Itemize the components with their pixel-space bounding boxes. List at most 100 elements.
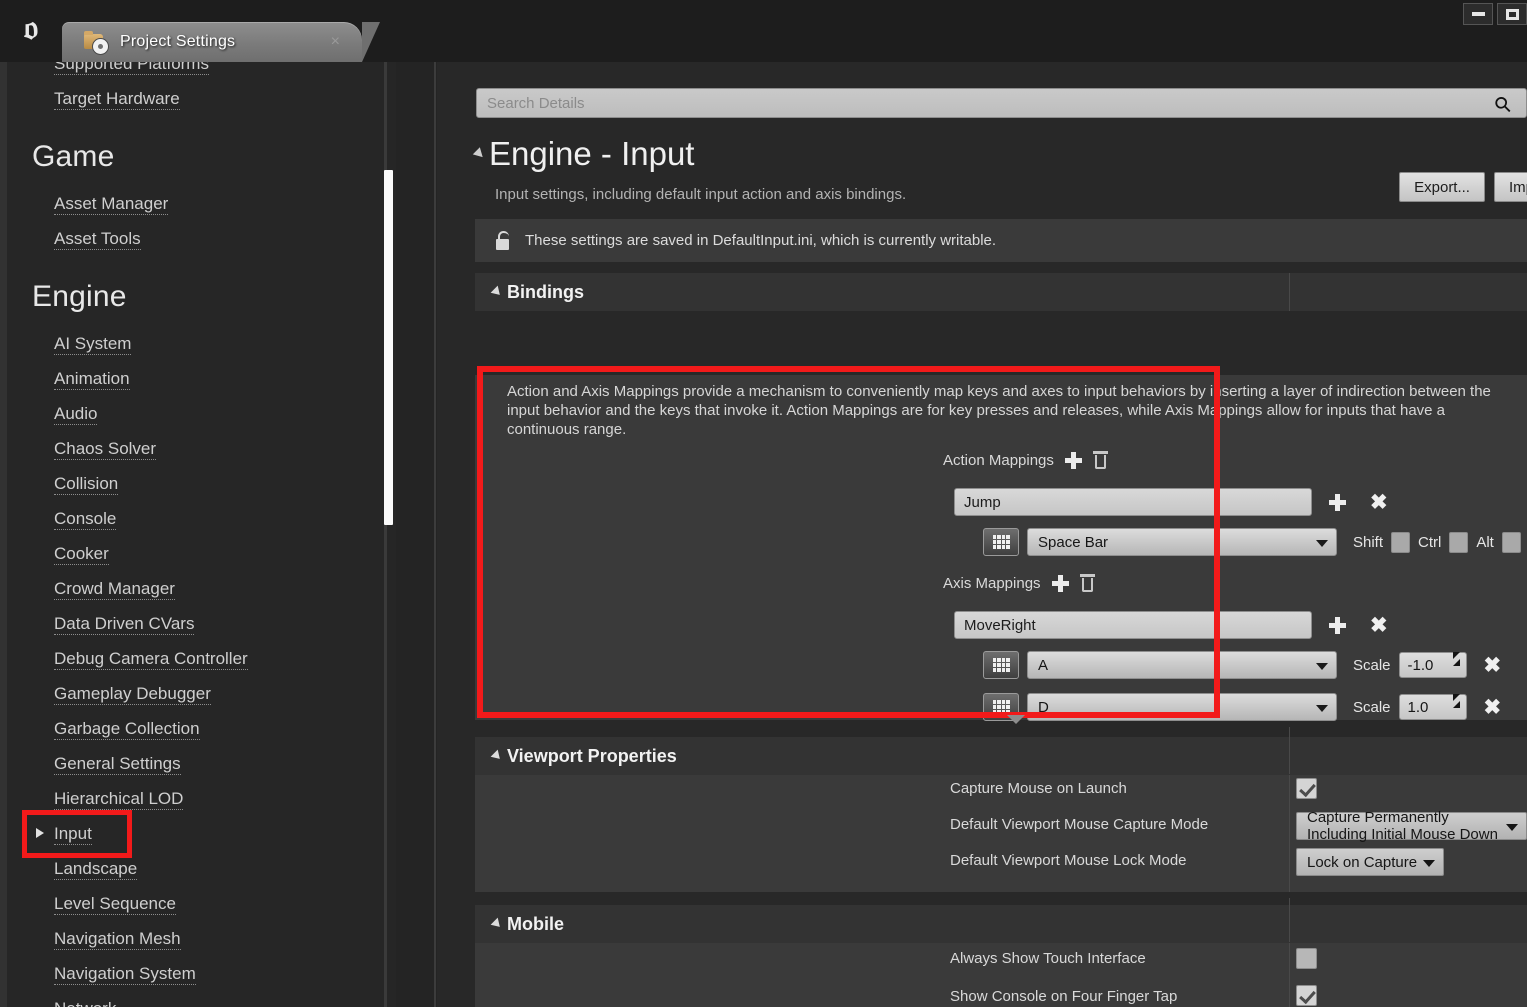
keyboard-icon[interactable] <box>983 651 1019 679</box>
sidebar-group-engine: Engine <box>32 280 127 313</box>
collapse-triangle-icon[interactable] <box>490 749 504 763</box>
collapse-triangle-icon[interactable] <box>490 285 504 299</box>
keyboard-icon[interactable] <box>983 528 1019 556</box>
spinner-icon[interactable] <box>1452 652 1460 666</box>
modifier-checkbox-shift[interactable] <box>1391 531 1411 553</box>
sidebar-item-console[interactable]: Console <box>0 501 396 536</box>
key-select-value: Space Bar <box>1038 533 1109 551</box>
settings-sidebar[interactable]: Supported Platforms Target Hardware Game As… <box>0 62 396 1007</box>
panel-divider[interactable] <box>434 62 436 1007</box>
remove-axis-mapping-icon[interactable]: ✖ <box>1370 615 1388 636</box>
action-mapping-entry-jump: ✖ <box>945 488 1388 516</box>
spinner-icon[interactable] <box>1452 694 1460 708</box>
search-input[interactable] <box>476 88 1527 118</box>
sidebar-item-navigation-system[interactable]: Navigation System <box>0 956 396 991</box>
section-header-viewport-properties[interactable]: Viewport Properties <box>475 737 1527 775</box>
column-divider <box>1289 898 1290 942</box>
sidebar-item-animation[interactable]: Animation <box>0 361 396 396</box>
sidebar-item-supported-platforms[interactable]: Supported Platforms <box>0 62 396 81</box>
add-axis-mapping-icon[interactable] <box>1051 574 1069 592</box>
axis-key-row-d: D Scale 1.0 ✖ <box>983 693 1501 721</box>
axis-mapping-name-input[interactable] <box>954 611 1312 639</box>
delete-all-axis-mappings-icon[interactable] <box>1079 574 1095 592</box>
scale-input-d[interactable]: 1.0 <box>1398 694 1467 720</box>
sidebar-item-asset-tools[interactable]: Asset Tools <box>0 221 396 256</box>
sidebar-item-landscape[interactable]: Landscape <box>0 851 396 886</box>
add-action-mapping-icon[interactable] <box>1064 451 1082 469</box>
add-key-binding-icon[interactable] <box>1329 493 1346 511</box>
sidebar-item-network[interactable]: Network <box>0 991 396 1007</box>
modifier-label-alt: Alt <box>1476 533 1494 551</box>
axis-key-select-dropdown[interactable]: A <box>1027 651 1337 679</box>
sidebar-item-ai-system[interactable]: AI System <box>0 326 396 361</box>
sidebar-item-collision[interactable]: Collision <box>0 466 396 501</box>
remove-axis-key-icon[interactable]: ✖ <box>1484 655 1502 676</box>
sidebar-item-chaos-solver[interactable]: Chaos Solver <box>0 431 396 466</box>
sidebar-item-cooker[interactable]: Cooker <box>0 536 396 571</box>
sidebar-item-navigation-mesh[interactable]: Navigation Mesh <box>0 921 396 956</box>
section-header-mobile[interactable]: Mobile <box>475 905 1527 943</box>
maximize-button[interactable] <box>1497 3 1527 25</box>
viewport-row-label-lock-mode: Default Viewport Mouse Lock Mode <box>950 852 1187 869</box>
sidebar-item-gameplay-debugger[interactable]: Gameplay Debugger <box>0 676 396 711</box>
scale-input-a[interactable]: -1.0 <box>1398 652 1467 678</box>
default-viewport-mouse-lock-mode-dropdown[interactable]: Lock on Capture <box>1296 848 1445 876</box>
remove-action-mapping-icon[interactable]: ✖ <box>1370 492 1388 513</box>
sidebar-item-audio[interactable]: Audio <box>0 396 396 431</box>
settings-writable-notice: These settings are saved in DefaultInput… <box>475 219 1527 262</box>
expand-arrow-icon[interactable] <box>36 828 44 838</box>
sidebar-item-general-settings[interactable]: General Settings <box>0 746 396 781</box>
sidebar-item-label: AI System <box>54 334 132 355</box>
scale-value: 1.0 <box>1407 698 1429 716</box>
page-title: Engine - Input <box>489 135 695 172</box>
key-select-dropdown[interactable]: Space Bar <box>1027 528 1337 556</box>
capture-mode-value: Capture Permanently Including Initial Mo… <box>1307 809 1498 843</box>
collapse-triangle-icon[interactable] <box>472 147 487 161</box>
sidebar-item-label: Asset Tools <box>54 229 141 250</box>
action-mapping-name-input[interactable] <box>954 488 1312 516</box>
section-title: Bindings <box>507 281 584 302</box>
add-axis-key-icon[interactable] <box>1329 616 1346 634</box>
modifier-checkbox-ctrl[interactable] <box>1449 531 1469 553</box>
modifier-checkbox-alt[interactable] <box>1501 531 1521 553</box>
sidebar-item-input[interactable]: Input <box>0 816 396 851</box>
capture-mouse-on-launch-checkbox[interactable] <box>1296 778 1317 799</box>
sidebar-item-data-driven-cvars[interactable]: Data Driven CVars <box>0 606 396 641</box>
project-settings-icon <box>84 31 110 54</box>
sidebar-item-level-sequence[interactable]: Level Sequence <box>0 886 396 921</box>
sidebar-item-crowd-manager[interactable]: Crowd Manager <box>0 571 396 606</box>
minimize-button[interactable] <box>1463 3 1493 25</box>
sidebar-scrollbar-thumb[interactable] <box>384 170 393 525</box>
unreal-engine-logo-icon: 𝔬 <box>23 10 39 47</box>
sidebar-item-debug-camera-controller[interactable]: Debug Camera Controller <box>0 641 396 676</box>
expand-section-chevron-icon[interactable] <box>1007 715 1025 724</box>
scale-label: Scale <box>1353 698 1391 716</box>
sidebar-item-label: Chaos Solver <box>54 439 157 460</box>
sidebar-item-asset-manager[interactable]: Asset Manager <box>0 186 396 221</box>
import-button[interactable]: Imp <box>1493 172 1527 202</box>
sidebar-item-hierarchical-lod[interactable]: Hierarchical LOD <box>0 781 396 816</box>
sidebar-item-garbage-collection[interactable]: Garbage Collection <box>0 711 396 746</box>
remove-axis-key-icon[interactable]: ✖ <box>1484 697 1502 718</box>
mobile-row-label-four-finger-tap: Show Console on Four Finger Tap <box>950 988 1178 1005</box>
search-details-wrap: ⚲ <box>476 88 1527 119</box>
delete-all-action-mappings-icon[interactable] <box>1092 451 1108 469</box>
collapse-triangle-icon[interactable] <box>490 917 504 931</box>
action-mappings-row: Action Mappings <box>932 451 1108 469</box>
show-console-on-four-finger-tap-checkbox[interactable] <box>1296 985 1317 1006</box>
sidebar-item-label: Debug Camera Controller <box>54 649 248 670</box>
export-button[interactable]: Export... <box>1399 172 1485 202</box>
scale-label: Scale <box>1353 656 1391 674</box>
close-icon[interactable]: × <box>331 34 340 50</box>
section-header-bindings[interactable]: Bindings <box>475 273 1527 311</box>
sidebar-item-label: Animation <box>54 369 130 390</box>
axis-key-select-dropdown[interactable]: D <box>1027 693 1337 721</box>
tab-project-settings[interactable]: Project Settings × <box>62 22 380 62</box>
column-divider <box>1289 775 1290 892</box>
page-title-row[interactable]: Engine - Input <box>472 135 695 172</box>
viewport-row-label-capture-mouse: Capture Mouse on Launch <box>950 780 1127 797</box>
sidebar-item-target-hardware[interactable]: Target Hardware <box>0 81 396 116</box>
always-show-touch-interface-checkbox[interactable] <box>1296 948 1317 969</box>
sidebar-item-label: Console <box>54 509 117 530</box>
default-viewport-mouse-capture-mode-dropdown[interactable]: Capture Permanently Including Initial Mo… <box>1296 809 1527 843</box>
